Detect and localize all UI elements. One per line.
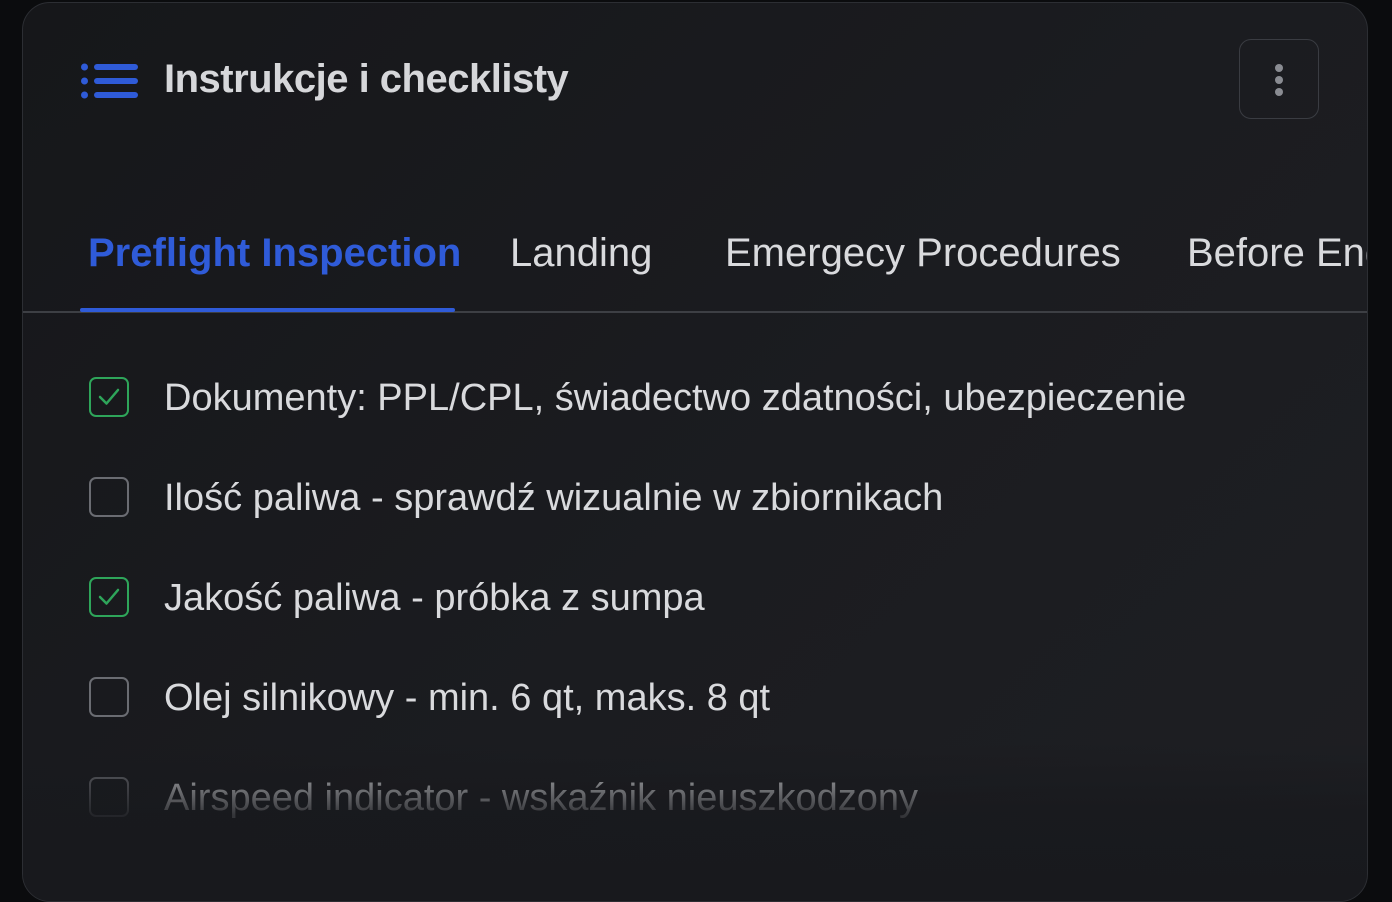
checklist-card: Instrukcje i checklisty Preflight Inspec… bbox=[22, 2, 1368, 902]
checklist-item[interactable]: Dokumenty: PPL/CPL, świadectwo zdatności… bbox=[23, 343, 1367, 443]
list-icon bbox=[81, 63, 139, 99]
page-title: Instrukcje i checklisty bbox=[164, 57, 569, 101]
checklist-item[interactable]: Airspeed indicator - wskaźnik nieuszkodz… bbox=[23, 743, 1367, 843]
tab-before-engine[interactable]: Before Eng bbox=[1187, 231, 1367, 276]
checkbox-unchecked[interactable] bbox=[89, 677, 129, 717]
checkbox-unchecked[interactable] bbox=[89, 777, 129, 817]
more-vertical-icon bbox=[1275, 64, 1283, 96]
checklist-item-label: Airspeed indicator - wskaźnik nieuszkodz… bbox=[164, 777, 919, 819]
checkbox-unchecked[interactable] bbox=[89, 477, 129, 517]
checklist-item[interactable]: Ilość paliwa - sprawdź wizualnie w zbior… bbox=[23, 443, 1367, 543]
checklist-item-label: Dokumenty: PPL/CPL, świadectwo zdatności… bbox=[164, 377, 1187, 419]
check-icon bbox=[98, 588, 120, 605]
card-header: Instrukcje i checklisty bbox=[23, 3, 1367, 163]
checkbox-checked[interactable] bbox=[89, 377, 129, 417]
checklist-item-label: Olej silnikowy - min. 6 qt, maks. 8 qt bbox=[164, 677, 771, 719]
checklist-item[interactable]: Olej silnikowy - min. 6 qt, maks. 8 qt bbox=[23, 643, 1367, 743]
checkbox-checked[interactable] bbox=[89, 577, 129, 617]
tab-preflight-inspection[interactable]: Preflight Inspection bbox=[88, 231, 461, 276]
checklist-item-label: Jakość paliwa - próbka z sumpa bbox=[164, 577, 705, 619]
active-tab-indicator bbox=[80, 308, 455, 312]
tab-landing[interactable]: Landing bbox=[510, 231, 652, 276]
tab-bar: Preflight Inspection Landing Emergecy Pr… bbox=[23, 203, 1367, 313]
check-icon bbox=[98, 388, 120, 405]
more-options-button[interactable] bbox=[1239, 39, 1319, 119]
tab-emergency-procedures[interactable]: Emergecy Procedures bbox=[725, 231, 1121, 276]
checklist-item-label: Ilość paliwa - sprawdź wizualnie w zbior… bbox=[164, 477, 944, 519]
checklist-item[interactable]: Jakość paliwa - próbka z sumpa bbox=[23, 543, 1367, 643]
